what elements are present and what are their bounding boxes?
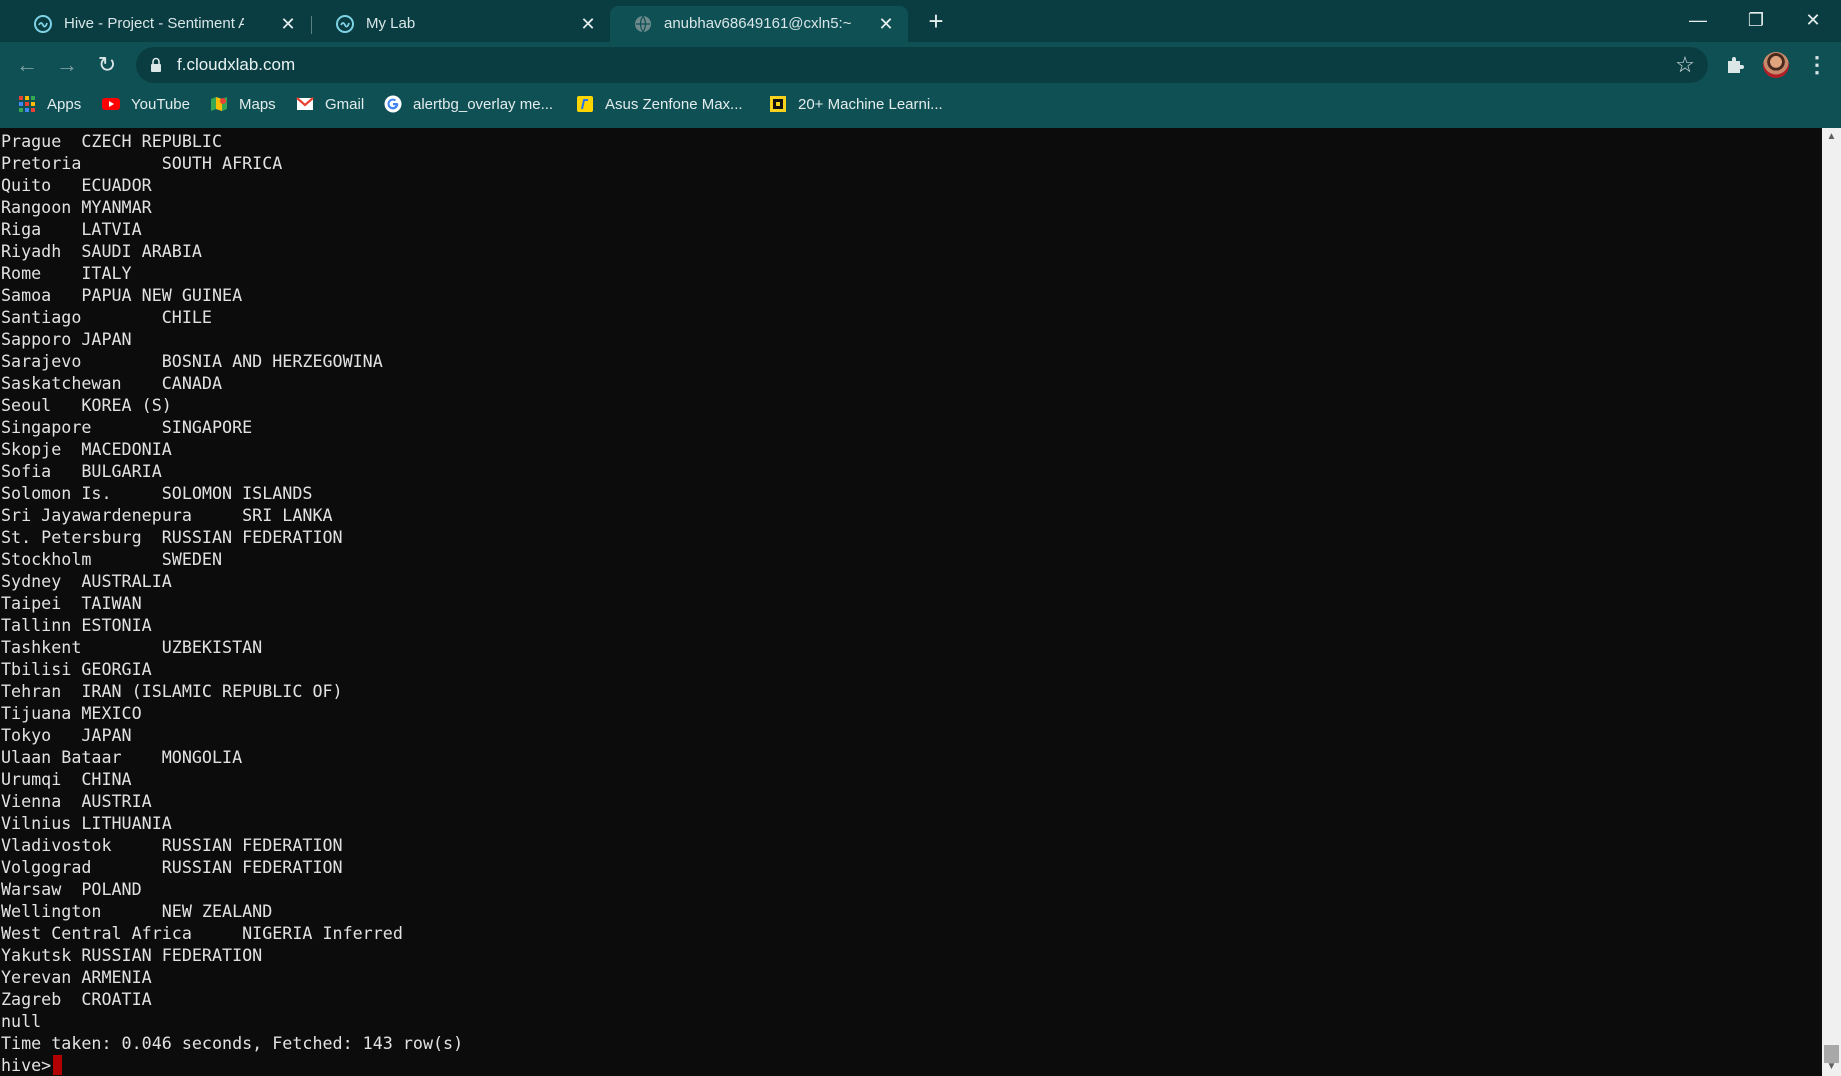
youtube-icon: [102, 98, 120, 110]
bookmark-machine-learning[interactable]: 20+ Machine Learni...: [769, 94, 943, 114]
restore-button[interactable]: ❐: [1736, 4, 1776, 36]
extensions-puzzle-icon[interactable]: [1724, 54, 1746, 76]
terminal-line: Rome ITALY: [1, 263, 132, 283]
terminal-line: Warsaw POLAND: [1, 879, 142, 899]
scroll-up-arrow-icon[interactable]: ▲: [1822, 128, 1841, 146]
tab-strip: Hive - Project - Sentiment Analys ✕ My L…: [0, 0, 1841, 42]
scrollbar[interactable]: ▲ ▼: [1822, 128, 1841, 1076]
bookmark-maps[interactable]: Maps: [210, 94, 276, 114]
bookmark-label: alertbg_overlay me...: [413, 95, 554, 113]
bookmark-asus-zenfone[interactable]: Asus Zenfone Max...: [576, 94, 743, 114]
terminal-line: Sapporo JAPAN: [1, 329, 132, 349]
url-text[interactable]: f.cloudxlab.com: [177, 55, 295, 75]
reload-button[interactable]: ↻: [92, 50, 122, 80]
terminal-line: Santiago CHILE: [1, 307, 212, 327]
terminal-line: Ulaan Bataar MONGOLIA: [1, 747, 243, 767]
terminal-prompt-line[interactable]: hive>: [1, 1054, 463, 1076]
tab-title: anubhav68649161@cxln5:~: [664, 15, 852, 32]
bookmark-label: Apps: [47, 95, 82, 113]
tab-title: Hive - Project - Sentiment Analys: [64, 15, 244, 32]
terminal-cursor: [53, 1055, 63, 1075]
minimize-button[interactable]: —: [1678, 4, 1718, 36]
terminal-line: Wellington NEW ZEALAND: [1, 901, 273, 921]
terminal-line: null: [1, 1011, 42, 1031]
terminal-line: Pretoria SOUTH AFRICA: [1, 153, 283, 173]
cloudxlab-icon: [336, 15, 354, 33]
terminal-line: Zagreb CROATIA: [1, 989, 152, 1009]
address-bar[interactable]: [136, 47, 1708, 83]
terminal-line: Skopje MACEDONIA: [1, 439, 172, 459]
terminal-line: West Central Africa NIGERIA Inferred: [1, 923, 403, 943]
terminal-line: Urumqi CHINA: [1, 769, 132, 789]
maps-icon: [211, 97, 227, 111]
bookmark-label: Gmail: [325, 95, 365, 113]
terminal-line: Tijuana MEXICO: [1, 703, 142, 723]
terminal-line: Yakutsk RUSSIAN FEDERATION: [1, 945, 263, 965]
bookmark-label: YouTube: [131, 95, 190, 113]
terminal-line: Sofia BULGARIA: [1, 461, 162, 481]
terminal-line: Yerevan ARMENIA: [1, 967, 152, 987]
terminal-line: Vilnius LITHUANIA: [1, 813, 172, 833]
lock-icon[interactable]: [150, 57, 162, 73]
terminal-line: Sri Jayawardenepura SRI LANKA: [1, 505, 333, 525]
tab-close-button[interactable]: ✕: [278, 14, 298, 34]
new-tab-button[interactable]: +: [922, 7, 950, 35]
terminal-line: Vladivostok RUSSIAN FEDERATION: [1, 835, 343, 855]
google-icon: [384, 95, 402, 113]
bookmark-gmail[interactable]: Gmail: [296, 94, 364, 114]
bookmark-label: Asus Zenfone Max...: [605, 95, 743, 113]
tab-title: My Lab: [366, 15, 416, 32]
terminal-line: Quito ECUADOR: [1, 175, 152, 195]
tab-close-button[interactable]: ✕: [876, 14, 896, 34]
terminal-line: Tokyo JAPAN: [1, 725, 132, 745]
terminal-window[interactable]: Prague CZECH REPUBLIC Pretoria SOUTH AFRI…: [0, 128, 1822, 1076]
bookmark-label: 20+ Machine Learni...: [798, 95, 943, 113]
back-button[interactable]: ←: [12, 50, 42, 80]
bookmark-apps[interactable]: Apps: [18, 94, 81, 114]
terminal-line: St. Petersburg RUSSIAN FEDERATION: [1, 527, 343, 547]
bookmark-youtube[interactable]: YouTube: [102, 94, 190, 114]
terminal-line: Stockholm SWEDEN: [1, 549, 223, 569]
hive-prompt: hive>: [1, 1055, 52, 1075]
terminal-line: Tehran IRAN (ISLAMIC REPUBLIC OF): [1, 681, 343, 701]
gmail-icon: [296, 97, 314, 110]
tab-terminal[interactable]: anubhav68649161@cxln5:~ ✕: [610, 6, 908, 42]
terminal-line: Solomon Is. SOLOMON ISLANDS: [1, 483, 313, 503]
bookmark-label: Maps: [239, 95, 276, 113]
forward-button[interactable]: →: [52, 50, 82, 80]
globe-icon: [635, 15, 651, 33]
window-close-button[interactable]: ✕: [1793, 4, 1833, 36]
terminal-line: Rangoon MYANMAR: [1, 197, 152, 217]
terminal-line: Taipei TAIWAN: [1, 593, 142, 613]
terminal-output: Prague CZECH REPUBLIC Pretoria SOUTH AFRI…: [1, 130, 463, 1076]
terminal-line: Riga LATVIA: [1, 219, 142, 239]
tab-hive-project[interactable]: Hive - Project - Sentiment Analys ✕: [10, 6, 310, 42]
terminal-line: Time taken: 0.046 seconds, Fetched: 143 …: [1, 1033, 464, 1053]
terminal-line: Sydney AUSTRALIA: [1, 571, 172, 591]
apps-grid-icon: [19, 96, 35, 112]
tab-my-lab[interactable]: My Lab ✕: [312, 6, 608, 42]
terminal-line: Samoa PAPUA NEW GUINEA: [1, 285, 243, 305]
tab-close-button[interactable]: ✕: [578, 14, 598, 34]
scroll-down-arrow-icon[interactable]: ▼: [1822, 1058, 1841, 1076]
terminal-line: Tashkent UZBEKISTAN: [1, 637, 263, 657]
terminal-line: Saskatchewan CANADA: [1, 373, 223, 393]
site-icon: [770, 96, 786, 112]
flipkart-icon: [577, 96, 593, 112]
terminal-line: Prague CZECH REPUBLIC: [1, 131, 223, 151]
terminal-line: Volgograd RUSSIAN FEDERATION: [1, 857, 343, 877]
browser-chrome: Hive - Project - Sentiment Analys ✕ My L…: [0, 0, 1841, 128]
terminal-line: Riyadh SAUDI ARABIA: [1, 241, 202, 261]
bookmark-star-icon[interactable]: ☆: [1672, 52, 1698, 78]
bookmark-alertbg[interactable]: alertbg_overlay me...: [384, 94, 553, 114]
terminal-line: Sarajevo BOSNIA AND HERZEGOWINA: [1, 351, 383, 371]
terminal-line: Tbilisi GEORGIA: [1, 659, 152, 679]
terminal-line: Vienna AUSTRIA: [1, 791, 152, 811]
profile-avatar[interactable]: [1763, 52, 1789, 78]
browser-menu-icon[interactable]: ⋮: [1806, 52, 1828, 78]
cloudxlab-icon: [34, 15, 52, 33]
terminal-line: Singapore SINGAPORE: [1, 417, 253, 437]
terminal-line: Seoul KOREA (S): [1, 395, 172, 415]
terminal-line: Tallinn ESTONIA: [1, 615, 152, 635]
